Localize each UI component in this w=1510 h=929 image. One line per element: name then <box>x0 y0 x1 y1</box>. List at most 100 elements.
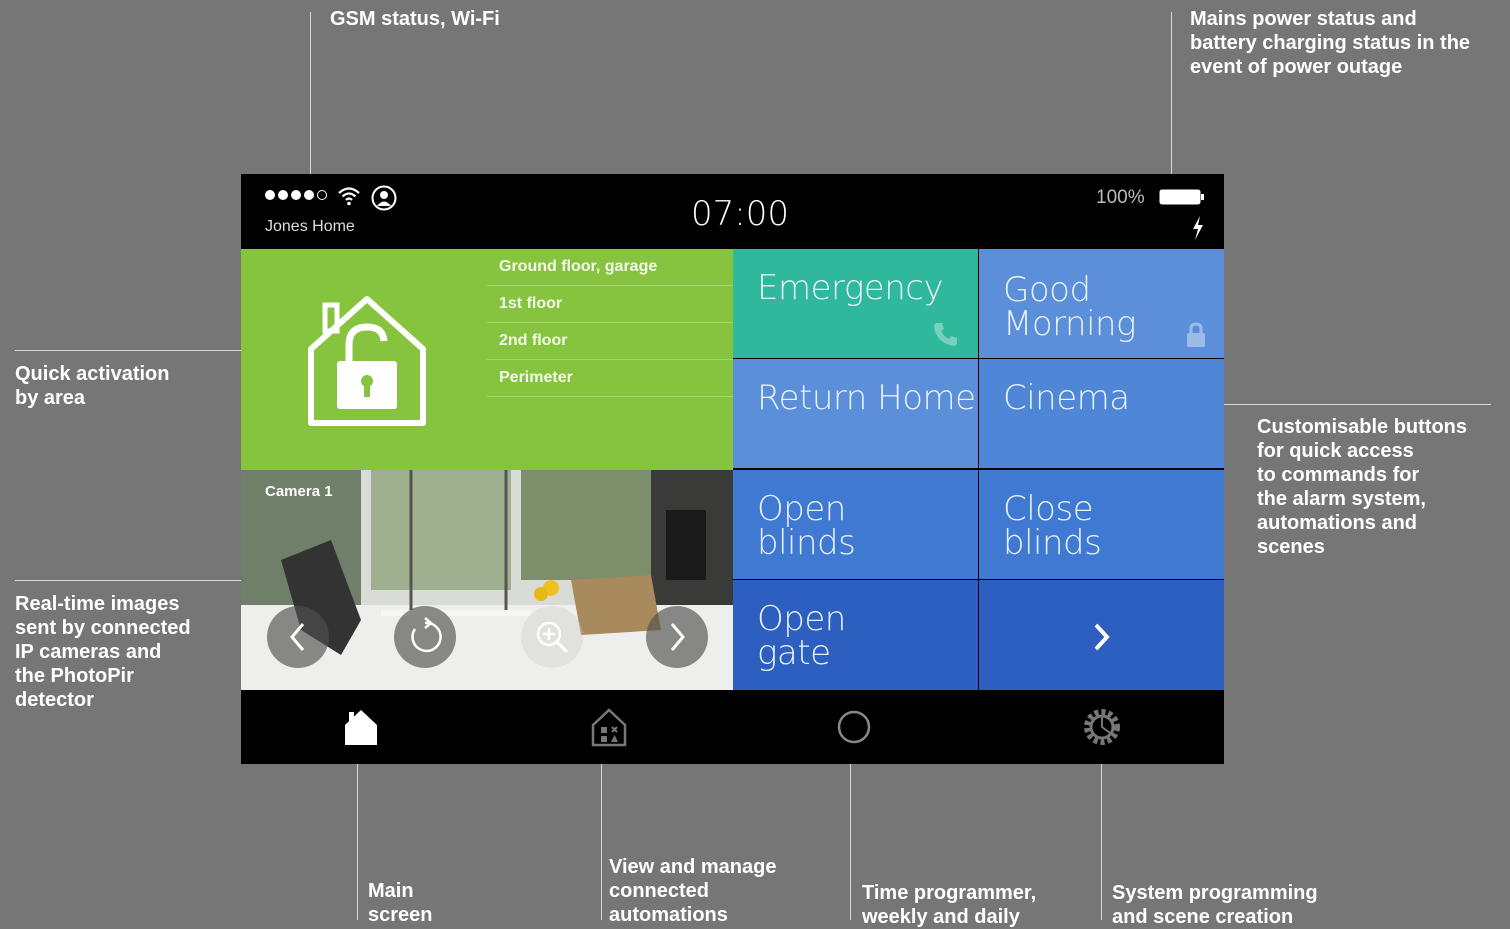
callout-line-text: Mains power status and <box>1190 8 1417 30</box>
callout-line-automations <box>601 745 602 920</box>
callout-line-text: weekly and daily <box>862 906 1020 928</box>
callout-line-text: and scene creation <box>1112 906 1294 928</box>
tile-label: Close blinds <box>1003 489 1102 563</box>
area-item[interactable]: Ground floor, garage <box>487 249 733 286</box>
callout-line-text: Customisable buttons <box>1257 416 1468 438</box>
signal-dot <box>265 190 275 200</box>
home-name: Jones Home <box>265 218 355 235</box>
callout-line-text: by area <box>15 387 86 409</box>
scene-button-cinema[interactable]: Cinema <box>979 359 1224 468</box>
callout-view-manage: View and manage connected automations <box>609 855 776 927</box>
callout-line-text: detector <box>15 689 94 711</box>
house-unlocked-icon[interactable] <box>303 291 431 431</box>
clock-icon <box>837 710 871 744</box>
callout-line-text: the PhotoPir <box>15 665 134 687</box>
camera-zoom-button[interactable] <box>521 606 583 668</box>
callout-line-text: for quick access <box>1257 440 1414 462</box>
callout-line-text: battery charging status in the <box>1190 32 1471 54</box>
gsm-signal-icon <box>265 190 327 200</box>
callout-line-text: connected <box>609 880 710 902</box>
callout-line-text: Time programmer, <box>862 882 1037 904</box>
scene-button-open-gate[interactable]: Open gate <box>733 580 978 690</box>
status-bar: Jones Home 07:00 100% <box>241 174 1224 249</box>
callout-line-area <box>15 350 241 351</box>
user-icon[interactable] <box>371 185 397 211</box>
battery-percent: 100% <box>1096 187 1145 208</box>
nav-time-programmer[interactable] <box>804 690 904 764</box>
callout-line-text: sent by connected <box>15 617 191 639</box>
automation-house-icon <box>591 708 627 747</box>
callout-line-text: IP cameras and <box>15 641 162 663</box>
scene-button-emergency[interactable]: Emergency <box>733 249 978 358</box>
battery-icon <box>1159 189 1204 205</box>
tile-label: Good Morning <box>1003 270 1136 344</box>
callout-line-time <box>850 745 851 920</box>
chevron-left-icon <box>290 623 305 651</box>
callout-real-time-images: Real-time images sent by connected IP ca… <box>15 592 191 712</box>
phone-icon <box>934 323 957 346</box>
touch-screen: Jones Home 07:00 100% Ground floor, gara… <box>241 174 1224 764</box>
callout-line-text: automations and <box>1257 512 1418 534</box>
callout-line-system <box>1101 745 1102 920</box>
clock-time: 07:00 <box>691 194 789 234</box>
scene-button-close-blinds[interactable]: Close blinds <box>979 470 1224 579</box>
callout-line-text: automations <box>609 904 728 926</box>
nav-automations[interactable] <box>559 690 659 764</box>
callout-line-text: scenes <box>1257 536 1325 558</box>
callout-line-text: System programming <box>1112 882 1318 904</box>
callout-line-text: Real-time images <box>15 593 180 615</box>
scene-button-good-morning[interactable]: Good Morning <box>979 249 1224 358</box>
scene-next-page-button[interactable] <box>979 580 1224 690</box>
callout-line-text: the alarm system, <box>1257 488 1426 510</box>
camera-prev-button[interactable] <box>267 606 329 668</box>
area-item[interactable]: 1st floor <box>487 286 733 323</box>
wifi-icon <box>338 187 360 206</box>
nav-system-programming[interactable] <box>1052 690 1152 764</box>
charging-bolt-icon <box>1193 216 1203 240</box>
callout-line-mains <box>1171 12 1172 188</box>
callout-main-screen: Main screen <box>368 879 433 927</box>
camera-label: Camera 1 <box>265 483 333 500</box>
signal-dot <box>278 190 288 200</box>
tile-label: Open gate <box>757 599 846 673</box>
tile-label: Open blinds <box>757 489 856 563</box>
callout-time-programmer: Time programmer, weekly and daily <box>862 881 1036 929</box>
bottom-nav <box>241 690 1224 764</box>
lock-icon <box>1187 322 1205 347</box>
area-list: Ground floor, garage 1st floor 2nd floor… <box>487 249 733 397</box>
gear-icon <box>1084 709 1120 745</box>
tile-label: Emergency <box>757 268 944 308</box>
nav-main-screen[interactable] <box>311 690 411 764</box>
callout-gsm-wifi: GSM status, Wi-Fi <box>330 8 500 30</box>
callout-quick-activation: Quick activation by area <box>15 362 170 410</box>
signal-dot <box>291 190 301 200</box>
area-activation-panel: Ground floor, garage 1st floor 2nd floor… <box>241 249 733 470</box>
callout-mains-power: Mains power status and battery charging … <box>1190 7 1470 79</box>
callout-line-text: to commands for <box>1257 464 1420 486</box>
chevron-right-icon <box>1094 623 1110 651</box>
zoom-in-icon <box>536 621 569 654</box>
tile-label: Return Home <box>757 378 976 418</box>
camera-view[interactable]: Camera 1 <box>241 470 733 690</box>
tile-label: Cinema <box>1003 378 1130 418</box>
callout-line-camera <box>15 580 241 581</box>
area-item[interactable]: Perimeter <box>487 360 733 397</box>
callout-customisable-buttons: Customisable buttons for quick access to… <box>1257 415 1467 559</box>
scene-button-return-home[interactable]: Return Home <box>733 359 978 468</box>
chevron-right-icon <box>670 623 685 651</box>
callout-line-text: View and manage <box>609 856 777 878</box>
callout-line-text: event of power outage <box>1190 56 1403 78</box>
callout-line-main-screen <box>357 745 358 920</box>
signal-dot-empty <box>317 190 327 200</box>
callout-line-text: screen <box>368 904 433 926</box>
callout-line-text: Quick activation <box>15 363 170 385</box>
callout-line-text: Main <box>368 880 414 902</box>
refresh-icon <box>411 617 442 653</box>
signal-dot <box>304 190 314 200</box>
area-item[interactable]: 2nd floor <box>487 323 733 360</box>
camera-refresh-button[interactable] <box>394 606 456 668</box>
callout-system-programming: System programming and scene creation <box>1112 881 1318 929</box>
scene-button-open-blinds[interactable]: Open blinds <box>733 470 978 579</box>
home-icon <box>345 710 377 745</box>
camera-next-button[interactable] <box>646 606 708 668</box>
